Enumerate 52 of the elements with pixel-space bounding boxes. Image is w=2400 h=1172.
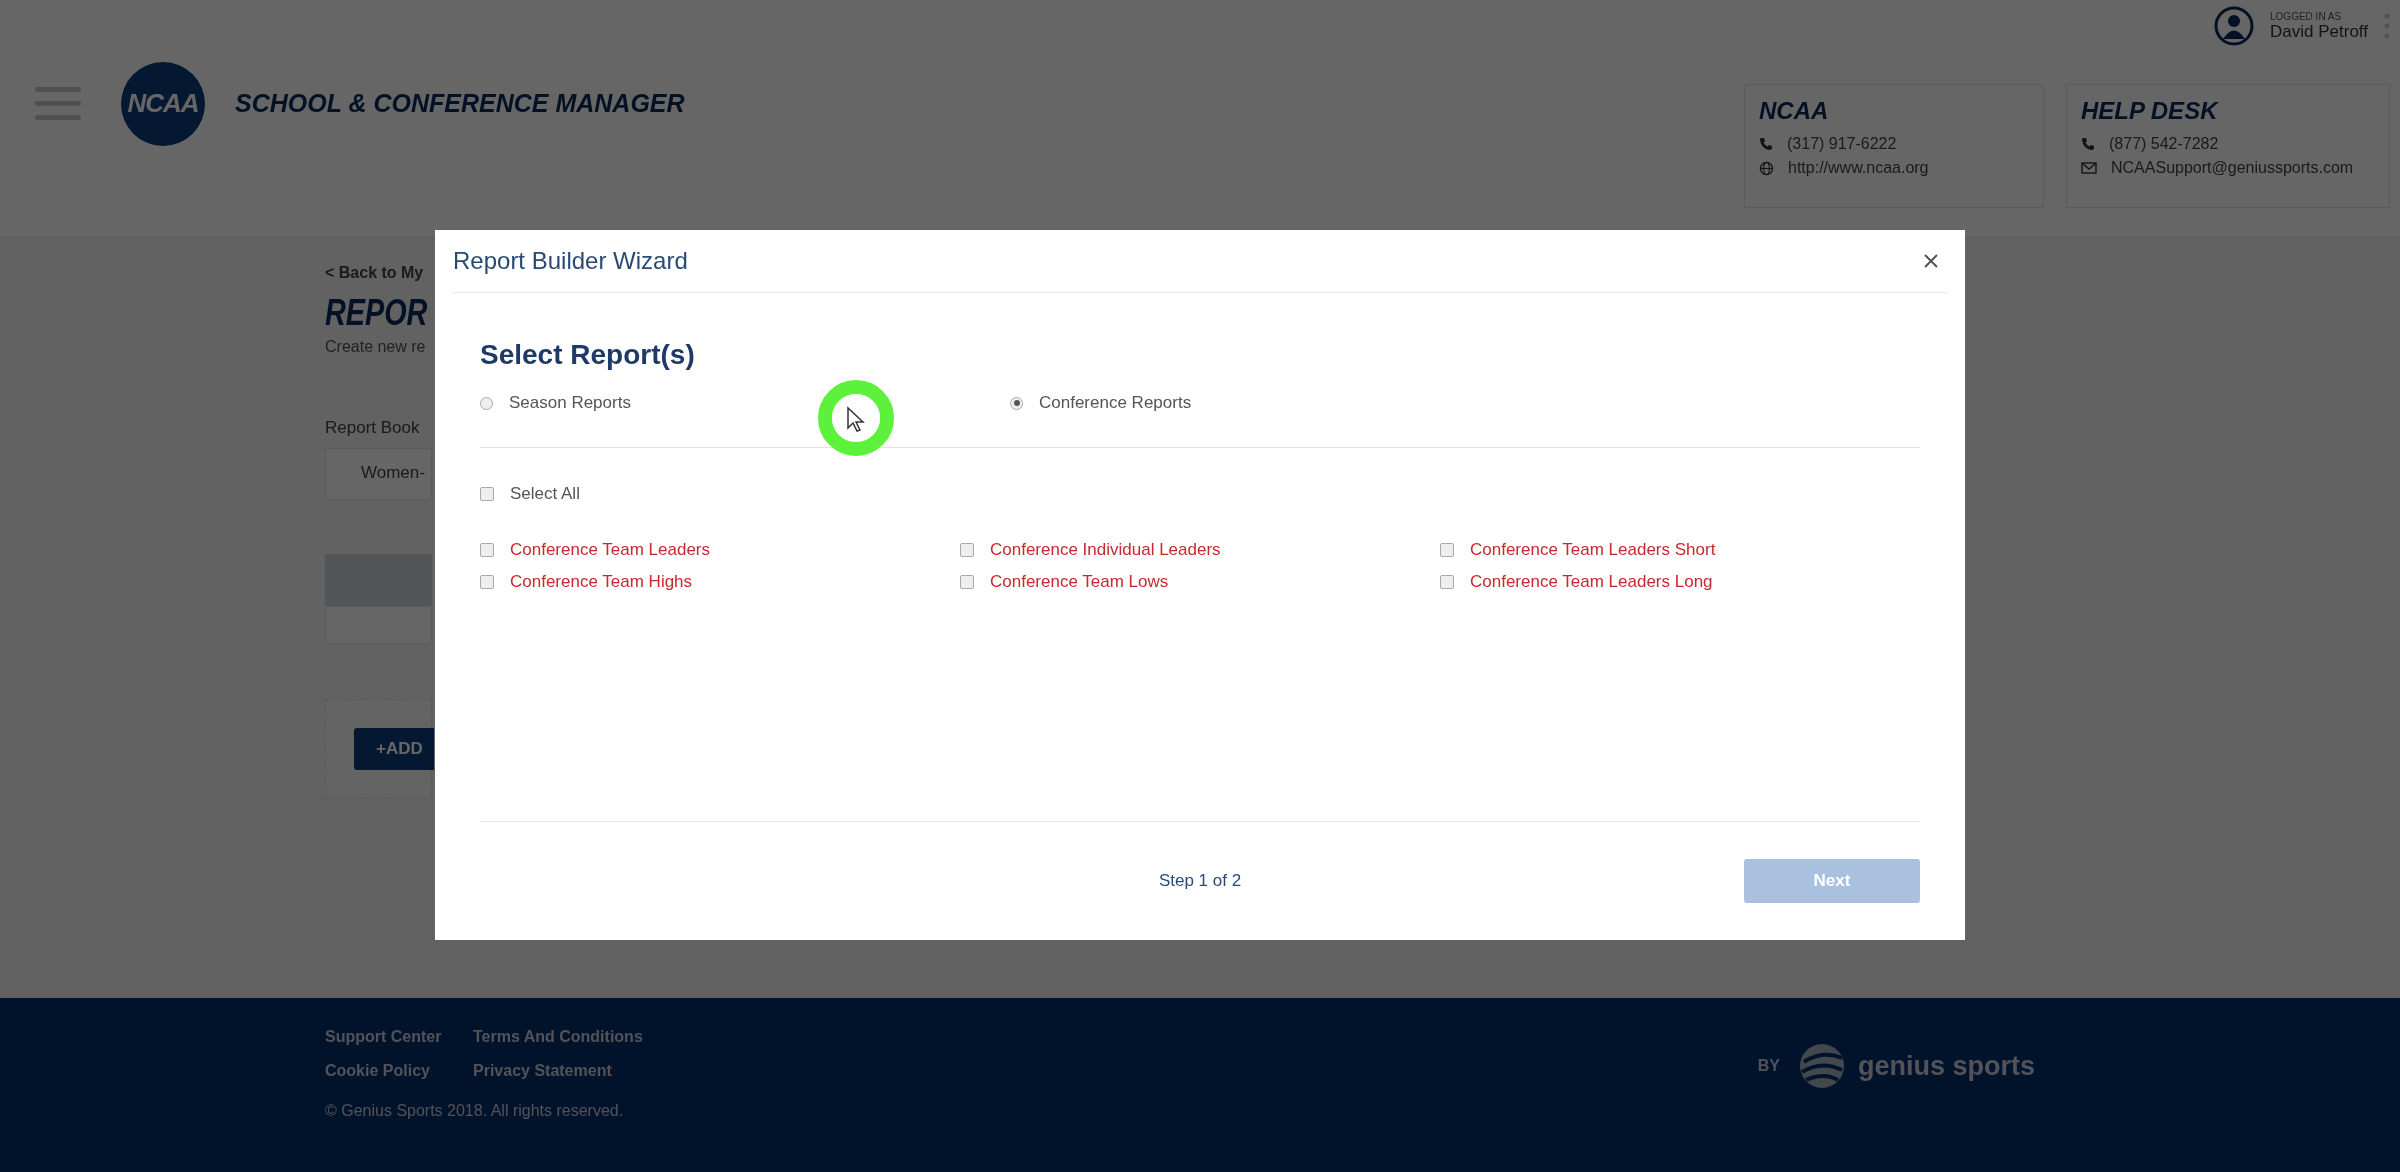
footer-link[interactable]: Terms And Conditions bbox=[473, 1028, 643, 1046]
contact-text: (877) 542-7282 bbox=[2109, 135, 2219, 153]
report-type-radio[interactable]: Conference Reports bbox=[1010, 393, 1920, 413]
app-title: SCHOOL & CONFERENCE MANAGER bbox=[235, 89, 685, 118]
step-indicator: Step 1 of 2 bbox=[1158, 871, 1242, 891]
footer-link[interactable]: Cookie Policy bbox=[325, 1062, 473, 1080]
report-book-field[interactable]: Women- bbox=[325, 448, 432, 500]
report-checkbox[interactable]: Conference Individual Leaders bbox=[960, 540, 1440, 560]
envelope-icon bbox=[2081, 162, 2097, 174]
phone-icon bbox=[2081, 137, 2095, 151]
user-avatar-icon bbox=[2214, 6, 2255, 46]
checkbox-icon[interactable] bbox=[960, 543, 974, 557]
checkbox-icon[interactable] bbox=[480, 543, 494, 557]
checkbox-icon[interactable] bbox=[480, 575, 494, 589]
ncaa-logo[interactable]: NCAA bbox=[121, 61, 205, 146]
checkbox-icon[interactable] bbox=[480, 487, 494, 501]
report-checkbox[interactable]: Conference Team Lows bbox=[960, 572, 1440, 592]
select-all-checkbox[interactable]: Select All bbox=[480, 484, 1920, 504]
back-link[interactable]: < Back to My bbox=[325, 264, 424, 282]
copyright-text: © Genius Sports 2018. All rights reserved. bbox=[325, 1102, 625, 1120]
globe-icon bbox=[1759, 160, 1774, 176]
by-label: BY bbox=[1757, 1057, 1780, 1075]
checkbox-icon[interactable] bbox=[1440, 543, 1454, 557]
radio-icon[interactable] bbox=[1010, 396, 1023, 410]
contact-card-title: NCAA bbox=[1759, 97, 1830, 125]
globe-logo-icon bbox=[1797, 1042, 1846, 1090]
phone-icon bbox=[1759, 137, 1773, 151]
footer-link[interactable]: Privacy Statement bbox=[473, 1062, 643, 1080]
footer-link[interactable]: Support Center bbox=[325, 1028, 473, 1046]
brand-name: genius sports bbox=[1857, 1050, 2035, 1082]
contact-text[interactable]: NCAASupport@geniussports.com bbox=[2111, 159, 2354, 177]
field-label: Report Book bbox=[325, 418, 420, 438]
logged-in-caption: LOGGED IN AS bbox=[2270, 10, 2343, 22]
report-type-radio[interactable]: Season Reports bbox=[480, 393, 1010, 413]
user-name: David Petroff bbox=[2270, 21, 2368, 42]
report-checkbox[interactable]: Conference Team Leaders Short bbox=[1440, 540, 1920, 560]
page-title: REPOR bbox=[325, 292, 428, 334]
report-checkbox[interactable]: Conference Team Highs bbox=[480, 572, 960, 592]
add-button[interactable]: +ADD bbox=[354, 728, 434, 770]
checkbox-icon[interactable] bbox=[1440, 575, 1454, 589]
report-checkbox[interactable]: Conference Team Leaders bbox=[480, 540, 960, 560]
report-checkbox[interactable]: Conference Team Leaders Long bbox=[1440, 572, 1920, 592]
close-icon[interactable] bbox=[1923, 253, 1939, 269]
checkbox-icon[interactable] bbox=[960, 575, 974, 589]
radio-icon[interactable] bbox=[480, 396, 493, 410]
page-subtitle: Create new re bbox=[325, 338, 426, 356]
contact-text[interactable]: http://www.ncaa.org bbox=[1788, 159, 1929, 177]
click-indicator-icon bbox=[818, 380, 894, 456]
section-heading: Select Report(s) bbox=[480, 339, 696, 371]
dialog-title: Report Builder Wizard bbox=[453, 247, 688, 275]
contact-card-title: HELP DESK bbox=[2081, 97, 2220, 125]
contact-text: (317) 917-6222 bbox=[1787, 135, 1897, 153]
